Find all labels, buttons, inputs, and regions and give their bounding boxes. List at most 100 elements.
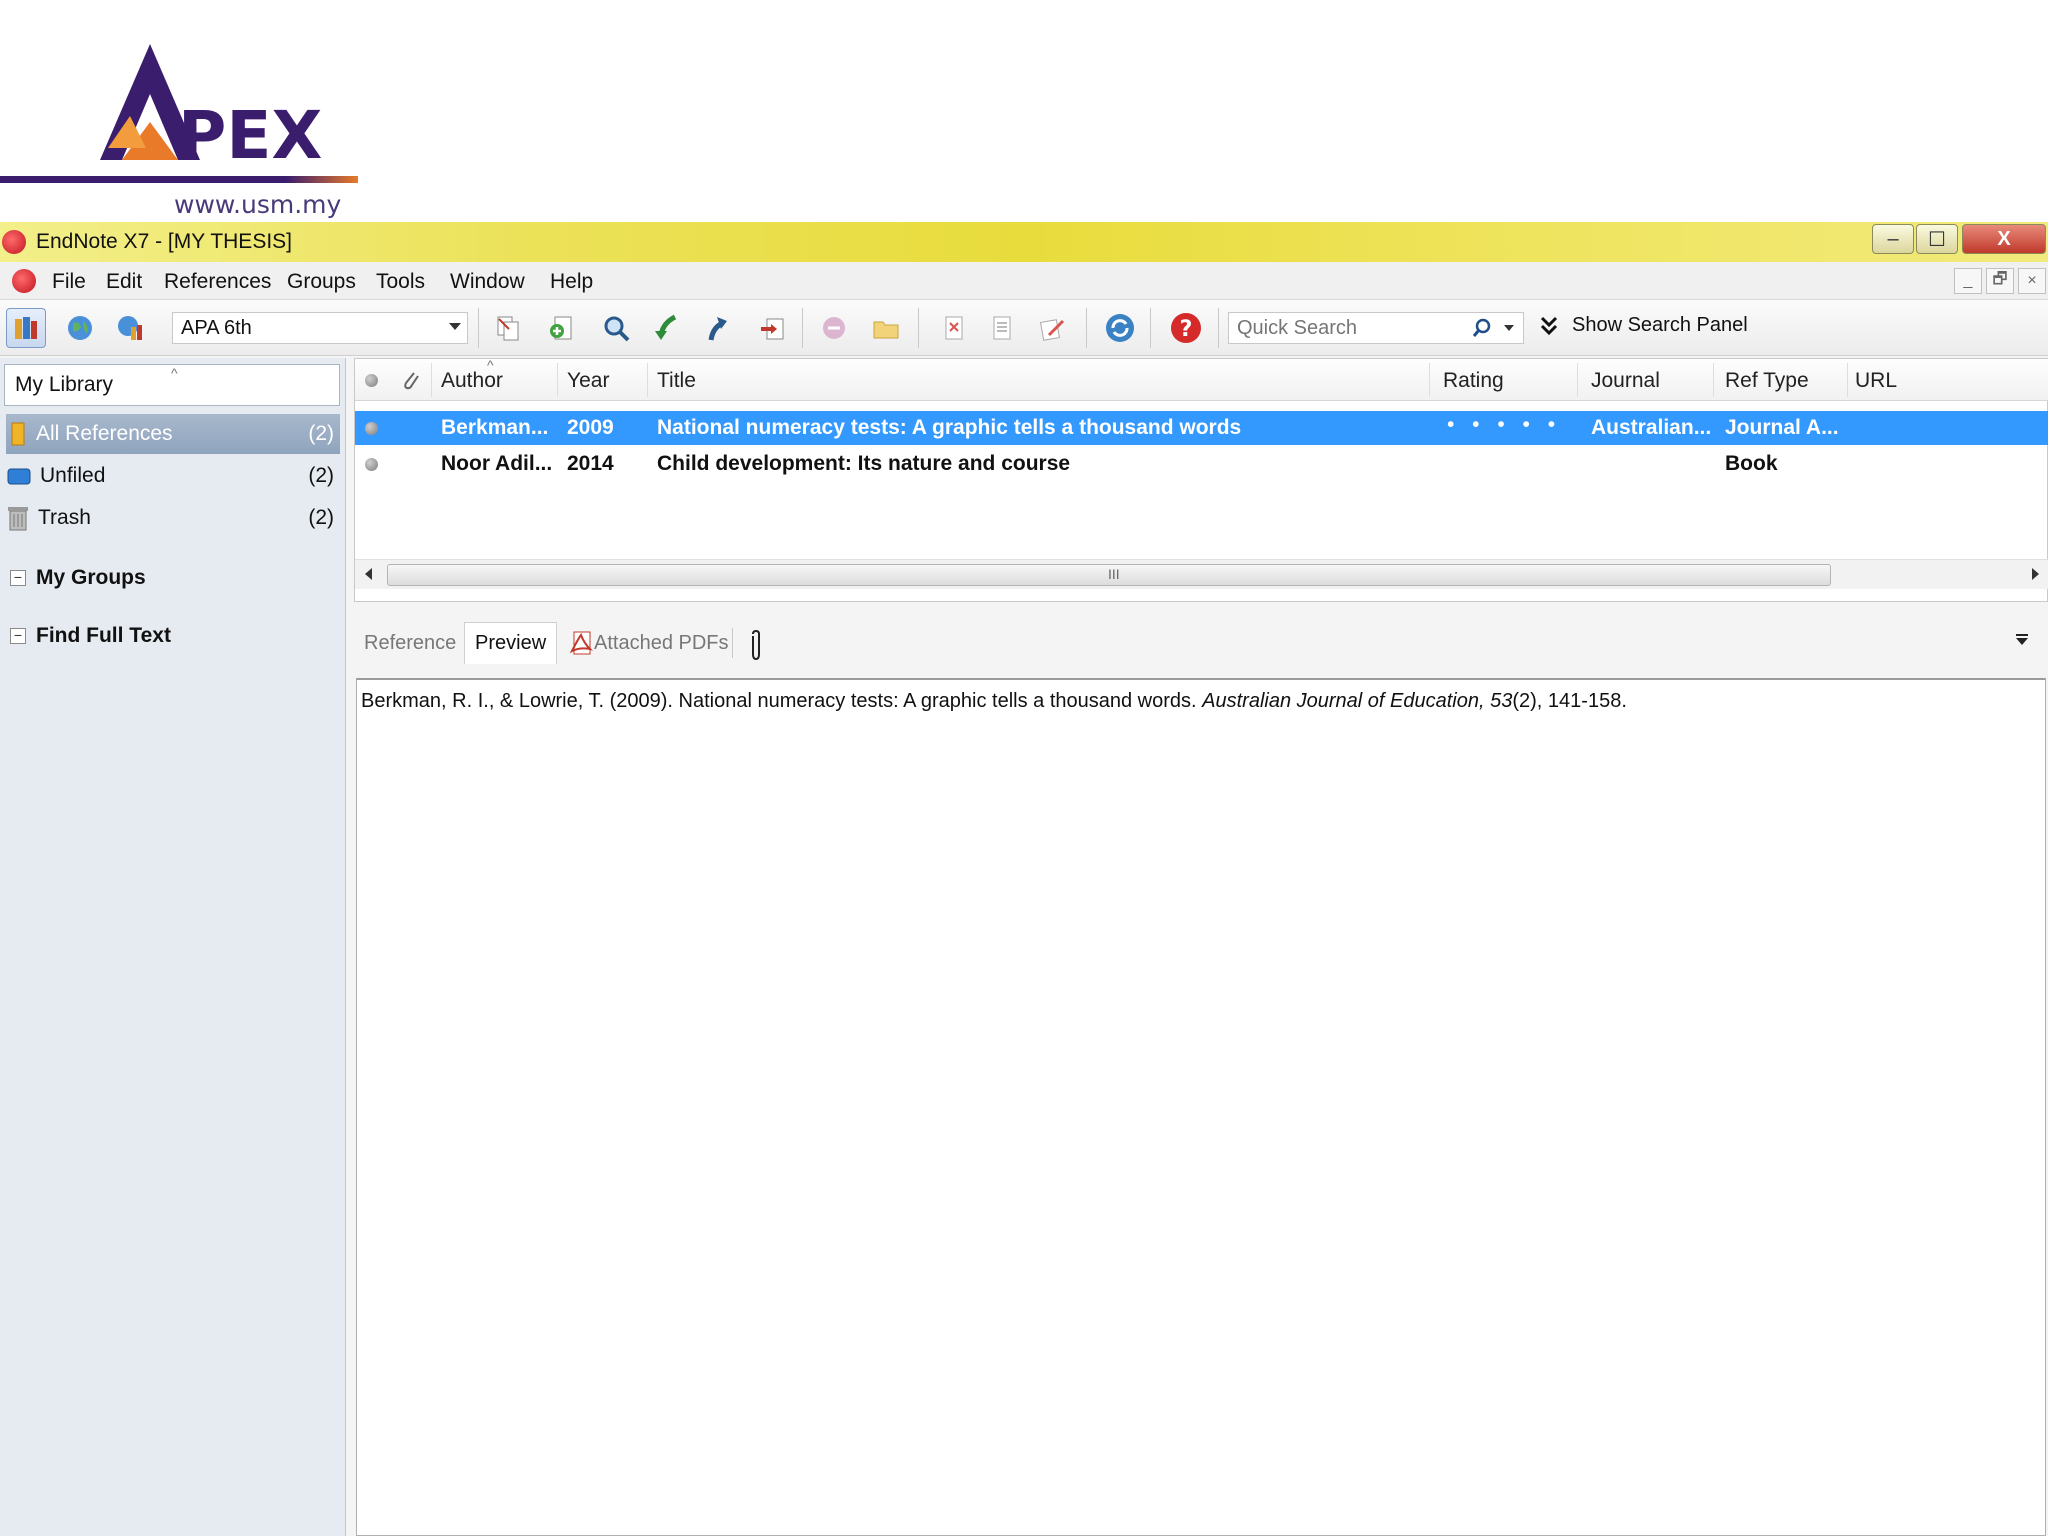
- scroll-right-icon[interactable]: [2032, 568, 2039, 580]
- sync-button[interactable]: [1100, 308, 1140, 348]
- column-divider: [557, 363, 558, 397]
- cell-ref-type: Book: [1725, 452, 1778, 475]
- tab-reference[interactable]: Reference: [354, 622, 466, 664]
- cell-ref-type: Journal A...: [1725, 416, 1839, 439]
- menu-file[interactable]: File: [52, 270, 86, 294]
- books-icon: [15, 317, 37, 339]
- mdi-close-button[interactable]: ×: [2018, 268, 2046, 294]
- globe-books-icon: [118, 316, 142, 340]
- integrated-library-mode-button[interactable]: [110, 308, 150, 348]
- group-label: Trash: [38, 506, 91, 529]
- reference-list: Author ^ Year Title Rating Journal Ref T…: [354, 357, 2048, 602]
- panel-layout-chevron-icon[interactable]: [2016, 638, 2028, 645]
- horizontal-scrollbar[interactable]: III: [355, 559, 2048, 589]
- cell-rating[interactable]: • • • • •: [1447, 413, 1561, 437]
- paperclip-icon[interactable]: [746, 628, 766, 662]
- sync-icon: [1106, 314, 1134, 342]
- column-title[interactable]: Title: [657, 369, 696, 393]
- read-status-icon[interactable]: [365, 458, 378, 471]
- column-year[interactable]: Year: [567, 369, 609, 393]
- insert-citation-button[interactable]: [752, 308, 792, 348]
- cell-title: Child development: Its nature and course: [657, 452, 1071, 475]
- open-pdf-button[interactable]: [934, 308, 974, 348]
- citation-pages: (2), 141-158.: [1512, 690, 1627, 712]
- window-title: EndNote X7 - [MY THESIS]: [36, 230, 292, 253]
- mdi-minimize-button[interactable]: _: [1954, 268, 1982, 294]
- column-ref-type[interactable]: Ref Type: [1725, 369, 1809, 393]
- quick-search-box[interactable]: [1228, 312, 1524, 344]
- show-search-panel-label: Show Search Panel: [1572, 314, 1748, 336]
- column-journal[interactable]: Journal: [1591, 369, 1660, 393]
- column-url[interactable]: URL: [1855, 369, 1897, 393]
- output-style-value: APA 6th: [181, 317, 252, 339]
- menu-tools[interactable]: Tools: [376, 270, 425, 294]
- trash-icon: [8, 507, 28, 531]
- all-references-icon: [11, 422, 25, 446]
- scroll-left-icon[interactable]: [365, 568, 372, 580]
- menu-groups[interactable]: Groups: [287, 270, 356, 294]
- tab-preview[interactable]: Preview: [464, 622, 558, 664]
- online-link-button[interactable]: [814, 308, 854, 348]
- column-divider: [431, 363, 432, 397]
- chevron-down-icon[interactable]: [449, 323, 461, 330]
- search-options-chevron-icon[interactable]: [1504, 325, 1514, 331]
- maximize-button[interactable]: ☐: [1916, 224, 1958, 254]
- unfiled-icon: [7, 468, 31, 485]
- column-rating[interactable]: Rating: [1443, 369, 1504, 393]
- annotate-button[interactable]: [1032, 308, 1072, 348]
- open-file-button[interactable]: [866, 308, 906, 348]
- menu-help[interactable]: Help: [550, 270, 593, 294]
- group-all-references[interactable]: All References (2): [6, 414, 340, 454]
- output-style-select[interactable]: APA 6th: [172, 312, 468, 344]
- menu-bar: File Edit References Groups Tools Window…: [0, 262, 2048, 300]
- collapse-toggle-icon[interactable]: −: [10, 628, 26, 644]
- export-button[interactable]: [698, 308, 738, 348]
- export-arrow-icon: [708, 317, 727, 341]
- show-search-panel-button[interactable]: Show Search Panel: [1540, 314, 1748, 337]
- my-groups-node[interactable]: − My Groups: [10, 566, 146, 590]
- help-icon: ?: [1171, 313, 1201, 343]
- search-icon[interactable]: [1471, 317, 1493, 339]
- slide-header: PEX www.usm.my: [0, 0, 2048, 222]
- group-unfiled[interactable]: Unfiled (2): [6, 456, 340, 496]
- my-library-header[interactable]: My Library ^: [4, 364, 340, 406]
- group-count: (2): [308, 464, 334, 487]
- find-full-text-button[interactable]: [596, 308, 636, 348]
- menu-references[interactable]: References: [164, 270, 271, 294]
- read-status-icon[interactable]: [365, 422, 378, 435]
- menu-edit[interactable]: Edit: [106, 270, 142, 294]
- document-icon[interactable]: [12, 269, 36, 293]
- online-search-mode-button[interactable]: [60, 308, 100, 348]
- menu-window[interactable]: Window: [450, 270, 525, 294]
- mdi-restore-button[interactable]: 🗗: [1986, 268, 2014, 294]
- group-trash[interactable]: Trash (2): [6, 498, 340, 538]
- scrollbar-thumb[interactable]: III: [387, 564, 1831, 586]
- tab-attached-pdfs[interactable]: Attached PDFs: [558, 622, 739, 664]
- minimize-button[interactable]: –: [1872, 224, 1914, 254]
- cell-year: 2009: [567, 416, 614, 439]
- copy-document-icon: [497, 316, 519, 341]
- quick-search-input[interactable]: [1229, 313, 1459, 343]
- help-button[interactable]: ?: [1166, 308, 1206, 348]
- sort-caret-icon: ^: [171, 365, 178, 381]
- double-chevron-down-icon: [1540, 316, 1558, 335]
- new-reference-button[interactable]: [542, 308, 582, 348]
- list-view-button[interactable]: [982, 308, 1022, 348]
- preview-pane: Berkman, R. I., & Lowrie, T. (2009). Nat…: [356, 678, 2046, 1536]
- svg-text:PEX: PEX: [178, 97, 322, 174]
- copy-formatted-button[interactable]: [488, 308, 528, 348]
- cell-title: National numeracy tests: A graphic tells…: [657, 416, 1242, 439]
- formatted-citation: Berkman, R. I., & Lowrie, T. (2009). Nat…: [361, 690, 1627, 713]
- toolbar-separator: [918, 308, 919, 348]
- group-count: (2): [308, 422, 334, 445]
- citation-text: Berkman, R. I., & Lowrie, T. (2009). Nat…: [361, 690, 1203, 712]
- table-row[interactable]: Noor Adil... 2014 Child development: Its…: [355, 447, 2048, 481]
- table-row[interactable]: Berkman... 2009 National numeracy tests:…: [355, 411, 2048, 445]
- import-button[interactable]: [646, 308, 686, 348]
- close-button[interactable]: X: [1962, 224, 2046, 254]
- local-library-mode-button[interactable]: [6, 308, 46, 348]
- attachment-column-icon[interactable]: [399, 367, 421, 393]
- collapse-toggle-icon[interactable]: −: [10, 570, 26, 586]
- find-full-text-node[interactable]: − Find Full Text: [10, 624, 171, 648]
- read-status-column-icon[interactable]: [365, 374, 378, 387]
